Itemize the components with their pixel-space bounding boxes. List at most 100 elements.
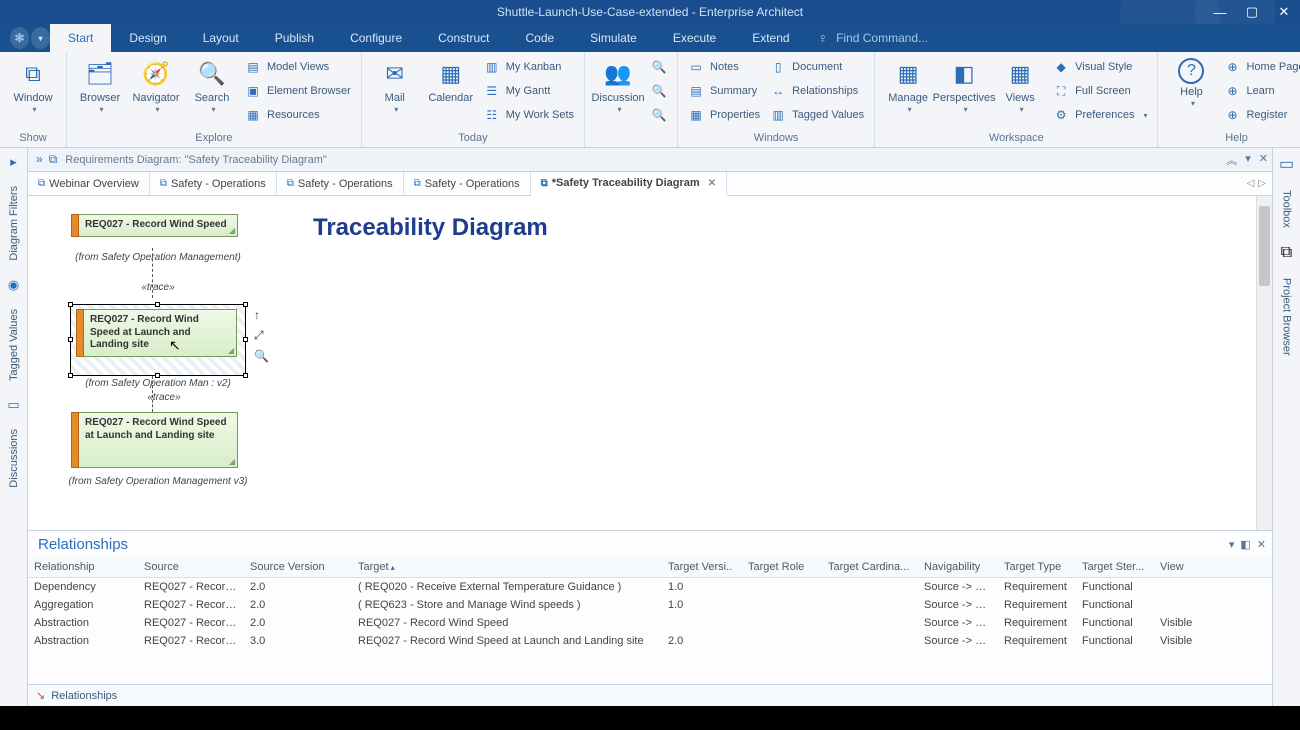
col-source[interactable]: Source bbox=[138, 557, 244, 578]
register-button[interactable]: ⊕Register bbox=[1220, 104, 1300, 126]
tab-design[interactable]: Design bbox=[111, 24, 184, 52]
search-button[interactable]: 🔍Search bbox=[185, 54, 239, 115]
model-views-button[interactable]: ▤Model Views bbox=[241, 56, 355, 78]
col-target-cardinality[interactable]: Target Cardina... bbox=[822, 557, 918, 578]
tagged-values-button[interactable]: ▥Tagged Values bbox=[766, 104, 868, 126]
tab-next-icon[interactable]: ▷ bbox=[1258, 178, 1266, 189]
calendar-button[interactable]: ▦Calendar bbox=[424, 54, 478, 104]
resources-button[interactable]: ▦Resources bbox=[241, 104, 355, 126]
properties-button[interactable]: ▦Properties bbox=[684, 104, 764, 126]
tab-construct[interactable]: Construct bbox=[420, 24, 507, 52]
tab-layout[interactable]: Layout bbox=[185, 24, 257, 52]
gantt-button[interactable]: ☰My Gantt bbox=[480, 80, 578, 102]
table-row[interactable]: AggregationREQ027 - Record ...2.0( REQ62… bbox=[28, 596, 1272, 614]
browser-button[interactable]: 🗂Browser bbox=[73, 54, 127, 115]
discussion-button[interactable]: 👥Discussion bbox=[591, 54, 645, 115]
tag-icon[interactable]: ◉ bbox=[8, 277, 19, 293]
tab-start[interactable]: Start bbox=[50, 24, 111, 52]
ql-zoom-icon[interactable]: 🔍 bbox=[254, 349, 269, 363]
app-menu-button[interactable]: ✻▾ bbox=[10, 24, 50, 52]
collapse-up-icon[interactable]: ︽ bbox=[1226, 152, 1237, 168]
minimize-button[interactable]: — bbox=[1204, 0, 1236, 24]
mail-button[interactable]: ✉Mail bbox=[368, 54, 422, 115]
find-command[interactable]: ♀ Find Command... bbox=[818, 24, 929, 52]
doctab-safety2[interactable]: ⧉Safety - Operations bbox=[277, 172, 404, 195]
panel-pin-icon[interactable]: ◧ bbox=[1240, 538, 1250, 551]
discuss-icon[interactable]: ▭ bbox=[7, 397, 19, 413]
rightrail-project-browser[interactable]: Project Browser bbox=[1279, 272, 1295, 362]
preferences-button[interactable]: ⚙Preferences bbox=[1049, 104, 1151, 126]
leftrail-diagram-filters[interactable]: Diagram Filters bbox=[6, 180, 22, 267]
relationships-table[interactable]: Relationship Source Source Version Targe… bbox=[28, 557, 1272, 684]
table-row[interactable]: DependencyREQ027 - Record ...2.0( REQ020… bbox=[28, 578, 1272, 597]
kanban-button[interactable]: ▥My Kanban bbox=[480, 56, 578, 78]
tab-execute[interactable]: Execute bbox=[655, 24, 734, 52]
learn-button[interactable]: ⊕Learn bbox=[1220, 80, 1300, 102]
col-target[interactable]: Target bbox=[352, 557, 662, 578]
help-button[interactable]: ?Help bbox=[1164, 54, 1218, 109]
requirement-req027-v2-selected[interactable]: REQ027 - Record Wind Speed at Launch and… bbox=[70, 304, 246, 376]
table-row[interactable]: AbstractionREQ027 - Record ...2.0REQ027 … bbox=[28, 614, 1272, 632]
diagram-canvas[interactable]: Traceability Diagram REQ027 - Record Win… bbox=[28, 196, 1272, 530]
canvas-scrollbar[interactable] bbox=[1256, 196, 1272, 530]
homepage-button[interactable]: ⊕Home Page bbox=[1220, 56, 1300, 78]
fullscreen-button[interactable]: ⛶Full Screen bbox=[1049, 80, 1151, 102]
close-tab-icon[interactable]: ✕ bbox=[708, 178, 716, 189]
close-button[interactable]: ✕ bbox=[1268, 0, 1300, 24]
relationships-button[interactable]: ↔Relationships bbox=[766, 80, 868, 102]
discuss-search-button[interactable]: 🔍 bbox=[647, 56, 671, 78]
document-button[interactable]: ▯Document bbox=[766, 56, 868, 78]
diagram-icon[interactable]: ⧉ bbox=[49, 152, 58, 167]
element-browser-button[interactable]: ▣Element Browser bbox=[241, 80, 355, 102]
col-source-version[interactable]: Source Version bbox=[244, 557, 352, 578]
requirement-req027-v3[interactable]: REQ027 - Record Wind Speed at Launch and… bbox=[78, 412, 238, 468]
tab-simulate[interactable]: Simulate bbox=[572, 24, 655, 52]
panel-menu-icon[interactable]: ▾ bbox=[1229, 538, 1235, 551]
col-relationship[interactable]: Relationship bbox=[28, 557, 138, 578]
tab-code[interactable]: Code bbox=[507, 24, 572, 52]
filter-icon[interactable]: ▸ bbox=[10, 154, 17, 170]
maximize-button[interactable]: ▢ bbox=[1236, 0, 1268, 24]
discuss-search2-button[interactable]: 🔍 bbox=[647, 80, 671, 102]
window-button[interactable]: ⧉ Window bbox=[6, 54, 60, 115]
table-header-row[interactable]: Relationship Source Source Version Targe… bbox=[28, 557, 1272, 578]
scroll-thumb[interactable] bbox=[1259, 206, 1270, 286]
toolbox-icon[interactable]: ▭ bbox=[1279, 154, 1294, 174]
rightrail-toolbox[interactable]: Toolbox bbox=[1279, 184, 1295, 234]
leftrail-tagged-values[interactable]: Tagged Values bbox=[6, 303, 22, 387]
col-navigability[interactable]: Navigability bbox=[918, 557, 998, 578]
navigator-button[interactable]: 🧭Navigator bbox=[129, 54, 183, 115]
leftrail-discussions[interactable]: Discussions bbox=[6, 423, 22, 494]
notes-button[interactable]: ▭Notes bbox=[684, 56, 764, 78]
perspectives-button[interactable]: ◧Perspectives bbox=[937, 54, 991, 115]
doctab-safety1[interactable]: ⧉Safety - Operations bbox=[150, 172, 277, 195]
quicklinker[interactable]: ↑ ⤢ 🔍 bbox=[254, 308, 269, 363]
ql-up-icon[interactable]: ↑ bbox=[254, 308, 269, 322]
ql-link-icon[interactable]: ⤢ bbox=[254, 328, 269, 343]
manage-button[interactable]: ▦Manage bbox=[881, 54, 935, 115]
dropdown-icon[interactable]: ▾ bbox=[1245, 152, 1251, 168]
doctab-webinar[interactable]: ⧉Webinar Overview bbox=[28, 172, 150, 195]
doctab-traceability[interactable]: ⧉*Safety Traceability Diagram✕ bbox=[531, 172, 728, 196]
tab-publish[interactable]: Publish bbox=[257, 24, 332, 52]
col-target-version[interactable]: Target Versi.. bbox=[662, 557, 742, 578]
tab-prev-icon[interactable]: ◁ bbox=[1247, 178, 1255, 189]
relationships-footer-tab[interactable]: ↘ Relationships bbox=[28, 684, 1272, 706]
requirement-req027-v1[interactable]: REQ027 - Record Wind Speed ◢ bbox=[78, 214, 238, 237]
close-panel-icon[interactable]: ✕ bbox=[1259, 152, 1268, 168]
summary-button[interactable]: ▤Summary bbox=[684, 80, 764, 102]
visual-style-button[interactable]: ◆Visual Style bbox=[1049, 56, 1151, 78]
col-target-type[interactable]: Target Type bbox=[998, 557, 1076, 578]
col-target-stereotype[interactable]: Target Ster... bbox=[1076, 557, 1154, 578]
expand-icon[interactable]: » bbox=[36, 152, 43, 167]
tab-configure[interactable]: Configure bbox=[332, 24, 420, 52]
table-row[interactable]: AbstractionREQ027 - Record ...3.0REQ027 … bbox=[28, 632, 1272, 650]
worksets-button[interactable]: ☷My Work Sets bbox=[480, 104, 578, 126]
col-target-role[interactable]: Target Role bbox=[742, 557, 822, 578]
views-button[interactable]: ▦Views bbox=[993, 54, 1047, 115]
col-view[interactable]: View bbox=[1154, 557, 1272, 578]
tab-extend[interactable]: Extend bbox=[734, 24, 807, 52]
projectbrowser-icon[interactable]: ⧉ bbox=[1281, 244, 1292, 262]
panel-close-icon[interactable]: ✕ bbox=[1257, 538, 1266, 551]
doctab-safety3[interactable]: ⧉Safety - Operations bbox=[404, 172, 531, 195]
